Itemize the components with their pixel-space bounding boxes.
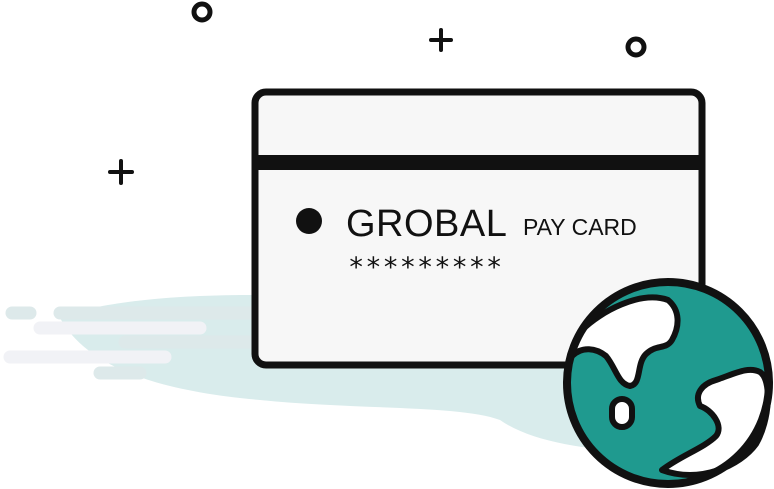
card-brand: GROBAL (346, 203, 508, 245)
globe-icon (563, 278, 773, 488)
magnetic-stripe (255, 155, 702, 170)
circle-icon (191, 1, 213, 23)
plus-icon (108, 159, 134, 185)
card-number: ********* (348, 252, 504, 283)
circle-icon (625, 36, 647, 58)
card-dot-icon (296, 208, 322, 234)
card-subtitle: PAY CARD (523, 214, 637, 240)
plus-icon (429, 28, 453, 52)
